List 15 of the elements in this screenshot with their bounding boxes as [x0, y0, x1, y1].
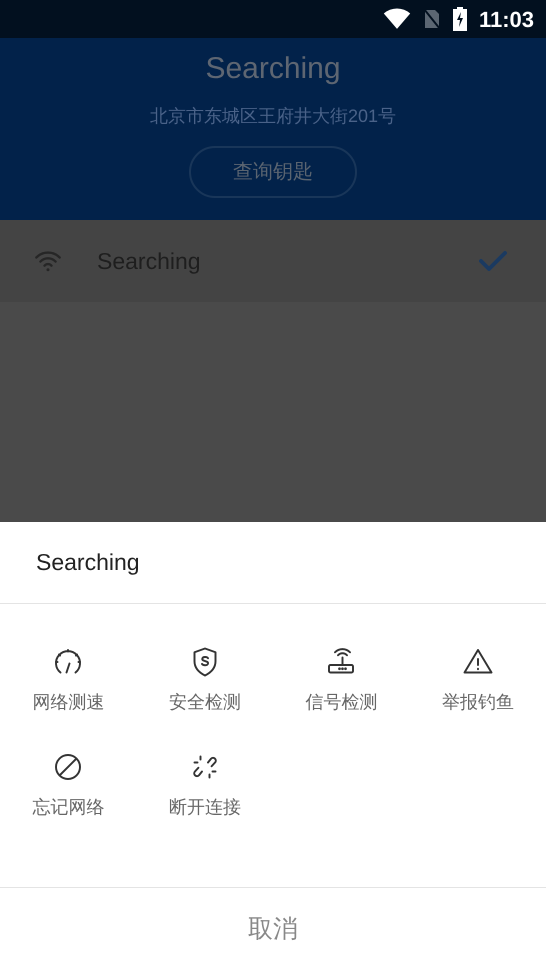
action-item[interactable]: 举报钓鱼 [410, 644, 546, 716]
sheet-title: Searching [36, 548, 140, 578]
wifi-icon [382, 8, 411, 30]
no-sim-icon [422, 8, 441, 30]
action-item[interactable]: 断开连接 [136, 749, 273, 821]
cancel-button[interactable]: 取消 [232, 911, 314, 949]
action-item[interactable]: 安全检测 [136, 644, 273, 716]
action-item[interactable]: 信号检测 [273, 644, 410, 716]
wifi-icon [34, 249, 62, 273]
battery-charging-icon [452, 7, 467, 31]
address-text: 北京市东城区王府井大街201号 [150, 105, 396, 128]
clock: 11:03 [478, 6, 534, 34]
header-title: Searching [205, 51, 341, 87]
action-item[interactable]: 忘记网络 [0, 749, 136, 821]
action-item[interactable]: 网络测速 [0, 644, 136, 716]
